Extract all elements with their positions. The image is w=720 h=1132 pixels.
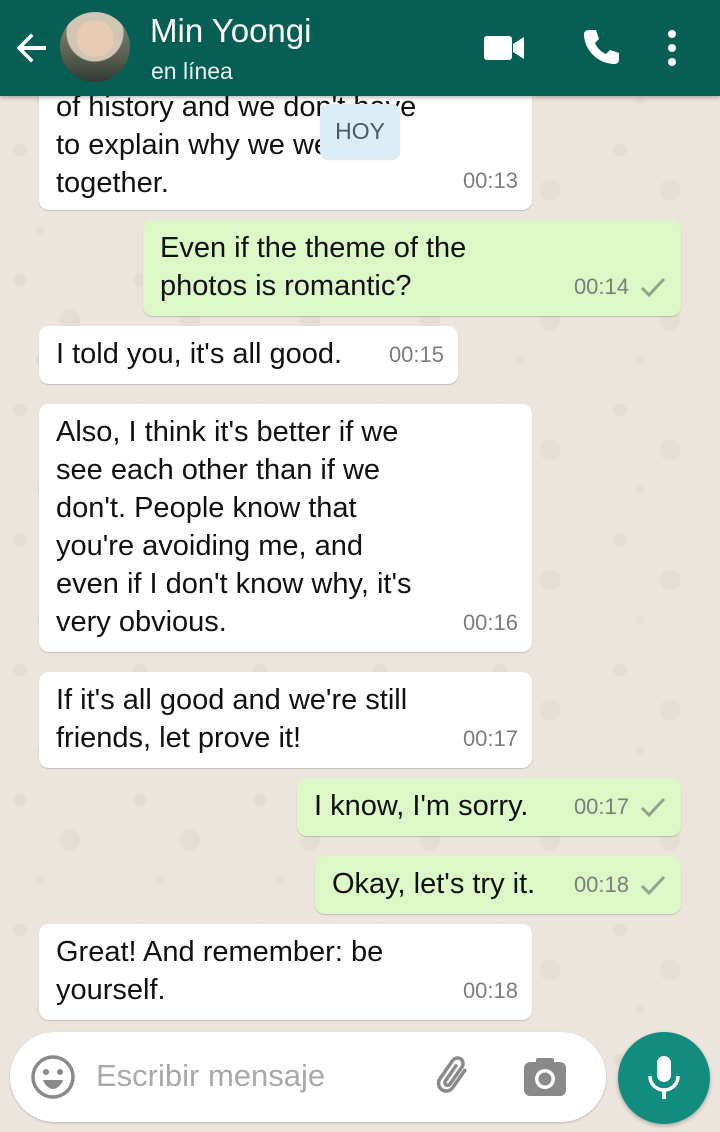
more-vert-icon[interactable]: [650, 24, 698, 72]
message-text: If it's all good and we're still friends…: [56, 684, 408, 754]
arrow-back-icon[interactable]: [12, 28, 52, 68]
message-time: 00:18: [462, 978, 518, 1003]
message-time: 00:18: [573, 872, 629, 897]
sent-check-icon: [640, 797, 666, 818]
contact-avatar[interactable]: [60, 12, 130, 82]
emoji-icon[interactable]: [30, 1054, 76, 1100]
message-time: 00:16: [462, 610, 518, 635]
message-bubble-outgoing[interactable]: I know, I'm sorry. 00:17: [297, 778, 681, 836]
message-text: I told you, it's all good.: [56, 338, 343, 370]
message-time: 00:13: [462, 168, 518, 193]
contact-name[interactable]: Min Yoongi: [150, 12, 311, 50]
message-input[interactable]: Escribir mensaje: [96, 1058, 325, 1094]
message-text: Even if the theme of the photos is roman…: [160, 232, 467, 302]
message-time: 00:14: [573, 274, 629, 299]
message-bubble-incoming[interactable]: of history and we don't have to explain …: [39, 88, 532, 210]
phone-icon[interactable]: [576, 24, 624, 72]
message-bubble-incoming[interactable]: Great! And remember: be yourself. 00:18: [39, 924, 532, 1020]
message-compose-bar[interactable]: Escribir mensaje: [10, 1032, 606, 1122]
video-call-icon[interactable]: [480, 24, 528, 72]
message-bubble-incoming[interactable]: Also, I think it's better if we see each…: [39, 404, 532, 652]
paperclip-icon[interactable]: [432, 1054, 480, 1102]
message-time: 00:15: [388, 342, 444, 367]
date-chip: HOY: [320, 104, 400, 159]
camera-icon[interactable]: [522, 1056, 568, 1100]
message-time: 00:17: [573, 794, 629, 819]
microphone-button[interactable]: [618, 1032, 710, 1124]
chat-header: Min Yoongi en línea: [0, 0, 720, 96]
message-text: Okay, let's try it.: [332, 868, 536, 900]
message-text: I know, I'm sorry.: [314, 790, 529, 822]
message-bubble-outgoing[interactable]: Okay, let's try it. 00:18: [315, 856, 681, 914]
message-bubble-incoming[interactable]: If it's all good and we're still friends…: [39, 672, 532, 768]
sent-check-icon: [640, 875, 666, 896]
sent-check-icon: [640, 277, 666, 298]
microphone-icon: [648, 1056, 680, 1099]
message-text: Also, I think it's better if we see each…: [56, 416, 412, 638]
message-text: Great! And remember: be yourself.: [56, 936, 384, 1006]
message-time: 00:17: [462, 726, 518, 751]
contact-status: en línea: [151, 58, 233, 84]
message-bubble-outgoing[interactable]: Even if the theme of the photos is roman…: [143, 220, 681, 316]
message-bubble-incoming[interactable]: I told you, it's all good. 00:15: [39, 326, 458, 384]
